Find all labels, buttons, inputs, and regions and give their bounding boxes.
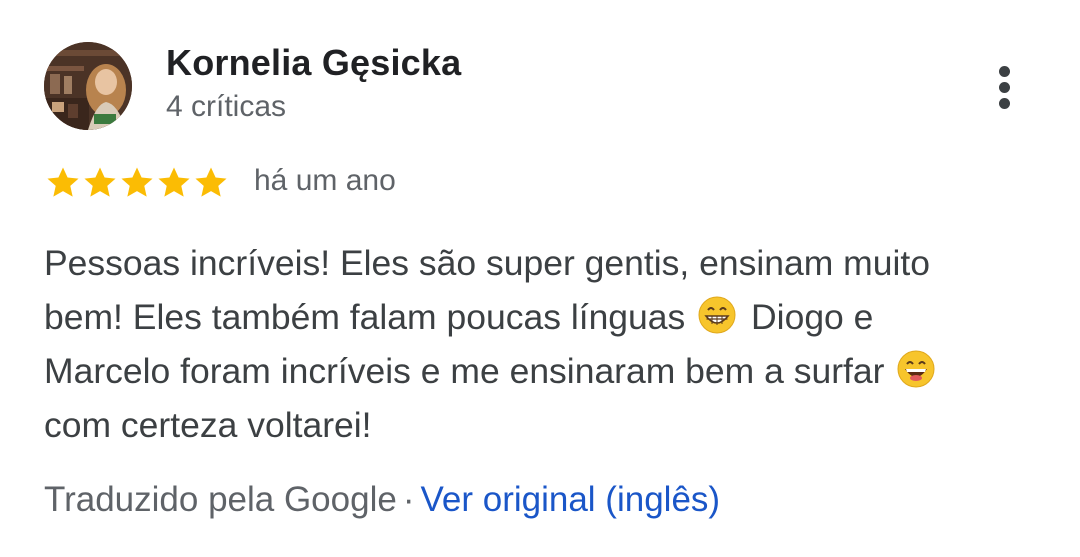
star-icon — [121, 167, 153, 197]
grinning-face-emoji-icon — [698, 296, 736, 334]
see-original-link[interactable]: Ver original (inglês) — [420, 480, 720, 519]
smiling-face-emoji-icon — [897, 350, 935, 388]
star-rating — [44, 163, 229, 203]
review-date: há um ano — [254, 164, 396, 197]
more-vert-icon — [999, 98, 1010, 109]
separator: · — [402, 480, 415, 519]
more-vert-icon — [999, 66, 1010, 77]
review-text-segment: Marcelo foram incríveis e me ensinaram b… — [44, 351, 885, 391]
stars — [44, 164, 229, 202]
star-icon — [47, 167, 79, 197]
translation-notice: Traduzido pela Google · Ver original (ingl… — [44, 480, 720, 520]
review-line: bem! Eles também falam poucas línguas Di… — [44, 290, 1044, 344]
star-icon — [195, 167, 227, 197]
translated-by-label: Traduzido pela Google — [44, 480, 397, 519]
review-line: Marcelo foram incríveis e me ensinaram b… — [44, 344, 1044, 398]
star-icon — [84, 167, 116, 197]
reviewer-name[interactable]: Kornelia Gęsicka — [166, 42, 461, 84]
review-count[interactable]: 4 críticas — [166, 90, 286, 124]
review-text: Pessoas incríveis! Eles são super gentis… — [44, 236, 1044, 452]
review-line: Pessoas incríveis! Eles são super gentis… — [44, 243, 930, 283]
more-options-button[interactable] — [984, 62, 1024, 112]
avatar[interactable] — [44, 42, 132, 130]
review-text-segment: bem! Eles também falam poucas línguas — [44, 297, 686, 337]
review-line: com certeza voltarei! — [44, 405, 372, 445]
more-vert-icon — [999, 82, 1010, 93]
star-icon — [158, 167, 190, 197]
review-text-segment: Diogo e — [751, 297, 874, 337]
